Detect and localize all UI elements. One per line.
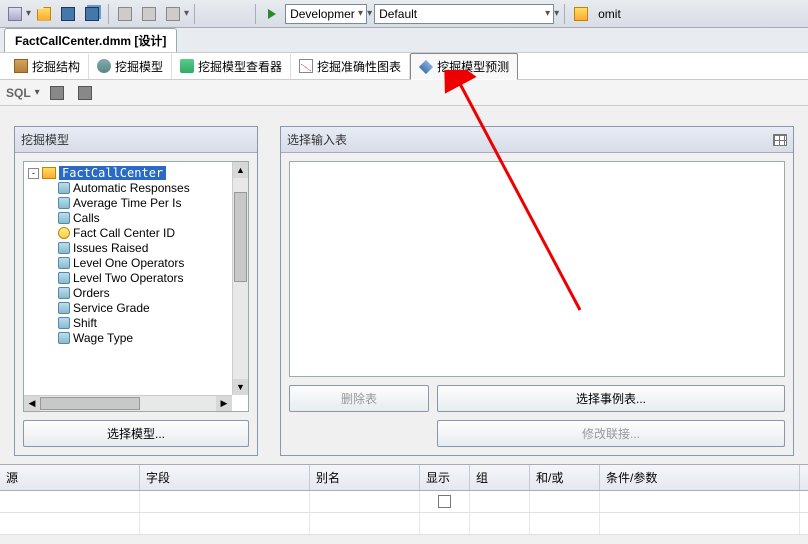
model-root-icon	[42, 167, 56, 179]
attribute-icon	[58, 182, 70, 194]
viewer-icon	[180, 59, 194, 73]
model-root-label[interactable]: FactCallCenter	[59, 166, 166, 180]
chart-icon	[299, 59, 313, 73]
view-tabs: 挖掘结构 挖掘模型 挖掘模型查看器 挖掘准确性图表 挖掘模型预测	[0, 52, 808, 80]
config-combo[interactable]: Developmer	[285, 4, 367, 24]
sql-toolbar: SQL▾	[0, 80, 808, 106]
tree-item-label: Average Time Per Is	[73, 196, 182, 210]
model-tree: - FactCallCenter Automatic ResponsesAver…	[23, 161, 249, 412]
tree-item[interactable]: Orders	[58, 286, 228, 300]
play-icon	[268, 9, 276, 19]
tree-vscrollbar[interactable]: ▲▼	[232, 162, 248, 395]
diamond-icon	[419, 59, 433, 73]
tree-item-label: Calls	[73, 211, 100, 225]
grid-col-field[interactable]: 字段	[140, 465, 310, 490]
tab-mining-structure[interactable]: 挖掘结构	[6, 54, 89, 79]
attribute-icon	[58, 257, 70, 269]
tree-item[interactable]: Fact Call Center ID	[58, 226, 228, 240]
attribute-icon	[58, 197, 70, 209]
tree-toggle[interactable]: -	[28, 168, 39, 179]
modify-join-button[interactable]: 修改联接...	[437, 420, 785, 447]
key-icon	[58, 227, 70, 239]
tree-item[interactable]: Automatic Responses	[58, 181, 228, 195]
tree-item-label: Automatic Responses	[73, 181, 190, 195]
select-case-table-button[interactable]: 选择事例表...	[437, 385, 785, 412]
app-toolbar: ▾ ▾ Developmer▾ Default▾ omit	[0, 0, 808, 28]
toolbar-btn-5[interactable]	[114, 3, 136, 25]
cube-icon	[14, 59, 28, 73]
attribute-icon	[58, 287, 70, 299]
grid-col-andor[interactable]: 和/或	[530, 465, 600, 490]
input-canvas[interactable]	[289, 161, 785, 377]
toolbar-btn-save[interactable]	[57, 3, 79, 25]
tree-item[interactable]: Average Time Per Is	[58, 196, 228, 210]
mining-model-panel: 挖掘模型 - FactCallCenter Automatic Response…	[14, 126, 258, 456]
grid-col-group[interactable]: 组	[470, 465, 530, 490]
tree-item[interactable]: Calls	[58, 211, 228, 225]
input-table-panel: 选择输入表 删除表 选择事例表... 修改联接...	[280, 126, 794, 456]
tree-item-label: Issues Raised	[73, 241, 148, 255]
document-tab[interactable]: FactCallCenter.dmm [设计]	[4, 28, 177, 52]
tree-item[interactable]: Issues Raised	[58, 241, 228, 255]
tree-item[interactable]: Shift	[58, 316, 228, 330]
toolbar-btn-saveall[interactable]	[81, 3, 103, 25]
attribute-icon	[58, 332, 70, 344]
delete-table-button[interactable]: 删除表	[289, 385, 429, 412]
input-table-panel-header: 选择输入表	[281, 127, 793, 153]
show-checkbox[interactable]	[438, 495, 451, 508]
attribute-icon	[58, 242, 70, 254]
grid-col-alias[interactable]: 别名	[310, 465, 420, 490]
tree-item[interactable]: Service Grade	[58, 301, 228, 315]
grid-icon[interactable]	[773, 134, 787, 146]
sql-btn-1[interactable]	[46, 82, 68, 104]
attribute-icon	[58, 272, 70, 284]
attribute-icon	[58, 317, 70, 329]
tab-accuracy-chart[interactable]: 挖掘准确性图表	[291, 54, 410, 79]
toolbar-btn-7[interactable]	[162, 3, 184, 25]
tree-item-label: Fact Call Center ID	[73, 226, 175, 240]
toolbar-btn-open[interactable]	[33, 3, 55, 25]
sql-btn-2[interactable]	[74, 82, 96, 104]
select-model-button[interactable]: 选择模型...	[23, 420, 249, 447]
grid-col-criteria[interactable]: 条件/参数	[600, 465, 800, 490]
target-combo[interactable]: Default	[374, 4, 554, 24]
tree-item[interactable]: Level One Operators	[58, 256, 228, 270]
main-area: 挖掘模型 - FactCallCenter Automatic Response…	[0, 106, 808, 464]
toolbar-btn-folder[interactable]	[570, 3, 592, 25]
tree-item-label: Service Grade	[73, 301, 150, 315]
run-button[interactable]	[261, 3, 283, 25]
tree-item-label: Wage Type	[73, 331, 133, 345]
toolbar-btn-1[interactable]	[4, 3, 26, 25]
criteria-grid: 源 字段 别名 显示 组 和/或 条件/参数	[0, 464, 808, 535]
tree-item[interactable]: Level Two Operators	[58, 271, 228, 285]
mining-model-panel-header: 挖掘模型	[15, 127, 257, 153]
tab-mining-model[interactable]: 挖掘模型	[89, 54, 172, 79]
model-icon	[97, 59, 111, 73]
tree-item-label: Level Two Operators	[73, 271, 184, 285]
tree-item[interactable]: Wage Type	[58, 331, 228, 345]
grid-row[interactable]	[0, 513, 808, 535]
tree-hscrollbar[interactable]: ◀▶	[24, 395, 232, 411]
toolbar-btn-6[interactable]	[138, 3, 160, 25]
sql-label: SQL	[6, 86, 31, 100]
tab-model-prediction[interactable]: 挖掘模型预测	[410, 53, 518, 80]
omit-label: omit	[598, 7, 621, 21]
tab-model-viewer[interactable]: 挖掘模型查看器	[172, 54, 291, 79]
grid-col-source[interactable]: 源	[0, 465, 140, 490]
attribute-icon	[58, 302, 70, 314]
tree-item-label: Shift	[73, 316, 97, 330]
tree-item-label: Orders	[73, 286, 110, 300]
tree-item-label: Level One Operators	[73, 256, 184, 270]
grid-col-show[interactable]: 显示	[420, 465, 470, 490]
attribute-icon	[58, 212, 70, 224]
document-tabs: FactCallCenter.dmm [设计]	[0, 28, 808, 52]
grid-row[interactable]	[0, 491, 808, 513]
grid-header: 源 字段 别名 显示 组 和/或 条件/参数	[0, 465, 808, 491]
